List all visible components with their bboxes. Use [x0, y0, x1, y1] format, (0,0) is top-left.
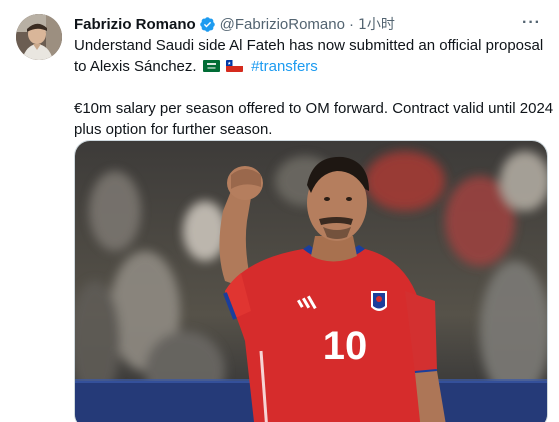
avatar-image [16, 14, 62, 60]
photo-alexis-sanchez: 10 [75, 141, 547, 422]
verified-badge-icon [199, 16, 215, 32]
tweet-header: Fabrizio Romano @FabrizioRomano · 1小时 ··… [74, 14, 543, 34]
tweet-text: Understand Saudi side Al Fateh has now s… [74, 35, 554, 140]
tweet-paragraph-2: €10m salary per season offered to OM for… [74, 100, 554, 138]
chile-flag-icon [225, 60, 243, 72]
tweet-timestamp[interactable]: 1小时 [358, 14, 395, 34]
author-name[interactable]: Fabrizio Romano [74, 16, 196, 33]
tweet-paragraph-1: Understand Saudi side Al Fateh has now s… [74, 35, 554, 77]
separator-dot: · [348, 15, 354, 33]
author-handle[interactable]: @FabrizioRomano [220, 16, 345, 33]
avatar[interactable] [16, 14, 62, 60]
more-options-icon[interactable]: ··· [522, 14, 541, 32]
jersey-number: 10 [323, 324, 368, 368]
tweet-card[interactable]: Fabrizio Romano @FabrizioRomano · 1小时 ··… [0, 0, 559, 422]
saudi-flag-icon [202, 60, 220, 72]
tweet-photo[interactable]: 10 [74, 140, 548, 422]
hashtag-link[interactable]: #transfers [251, 58, 318, 75]
